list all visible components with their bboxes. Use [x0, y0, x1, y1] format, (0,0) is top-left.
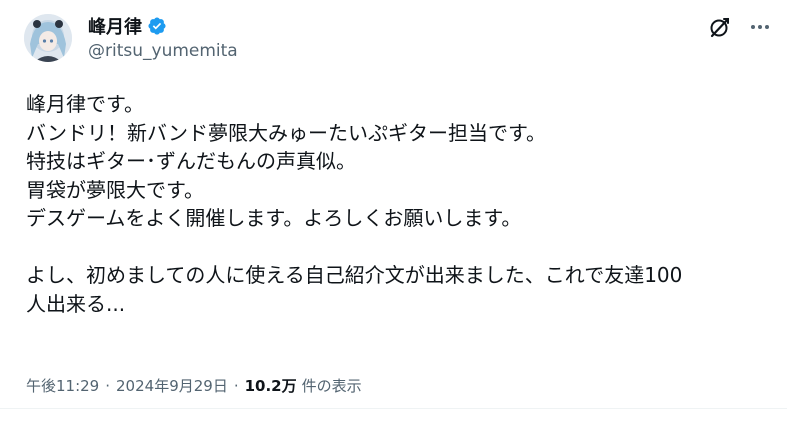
tweet-text-line: 胃袋が夢限大です。: [26, 177, 204, 202]
tweet-text: 峰月律です。 バンドリ！新バンド夢限大みゅーたいぷギター担当です。 特技はギター…: [26, 90, 766, 318]
grok-icon[interactable]: [707, 14, 733, 40]
tweet-text-blank-line: [26, 233, 766, 262]
tweet-actions: [693, 14, 773, 40]
tweet-text-line: 人出来る...: [26, 291, 126, 316]
display-name[interactable]: 峰月律: [88, 13, 142, 39]
verified-badge-icon[interactable]: [147, 16, 167, 36]
view-count-label: 件の表示: [301, 377, 362, 395]
view-count[interactable]: 10.2万: [245, 375, 297, 396]
tweet-text-line: よし、初めましての人に使える自己紹介文が出来ました、これで友達100: [26, 263, 683, 287]
tweet: 峰月律 @ritsu_yumemita 峰月律です。 バンドリ！新バンド夢限大み…: [0, 0, 787, 421]
avatar-image: [24, 14, 72, 62]
handle[interactable]: @ritsu_yumemita: [88, 41, 238, 61]
author-name-row: 峰月律: [88, 13, 167, 39]
tweet-time[interactable]: 午後11:29: [26, 375, 99, 396]
divider: [0, 408, 787, 409]
tweet-meta: 午後11:29 · 2024年9月29日 · 10.2万 件の表示: [26, 375, 362, 396]
more-icon[interactable]: [747, 14, 773, 40]
meta-separator: ·: [105, 376, 111, 395]
tweet-text-line: 特技はギター･ずんだもんの声真似。: [26, 149, 356, 173]
tweet-text-line: バンドリ！新バンド夢限大みゅーたいぷギター担当です。: [26, 120, 546, 145]
tweet-text-line: 峰月律です。: [26, 92, 144, 116]
tweet-date[interactable]: 2024年9月29日: [116, 375, 228, 396]
avatar[interactable]: [24, 14, 72, 62]
meta-separator: ·: [233, 376, 239, 395]
tweet-text-line: デスゲームをよく開催します。よろしくお願いします。: [26, 206, 522, 230]
